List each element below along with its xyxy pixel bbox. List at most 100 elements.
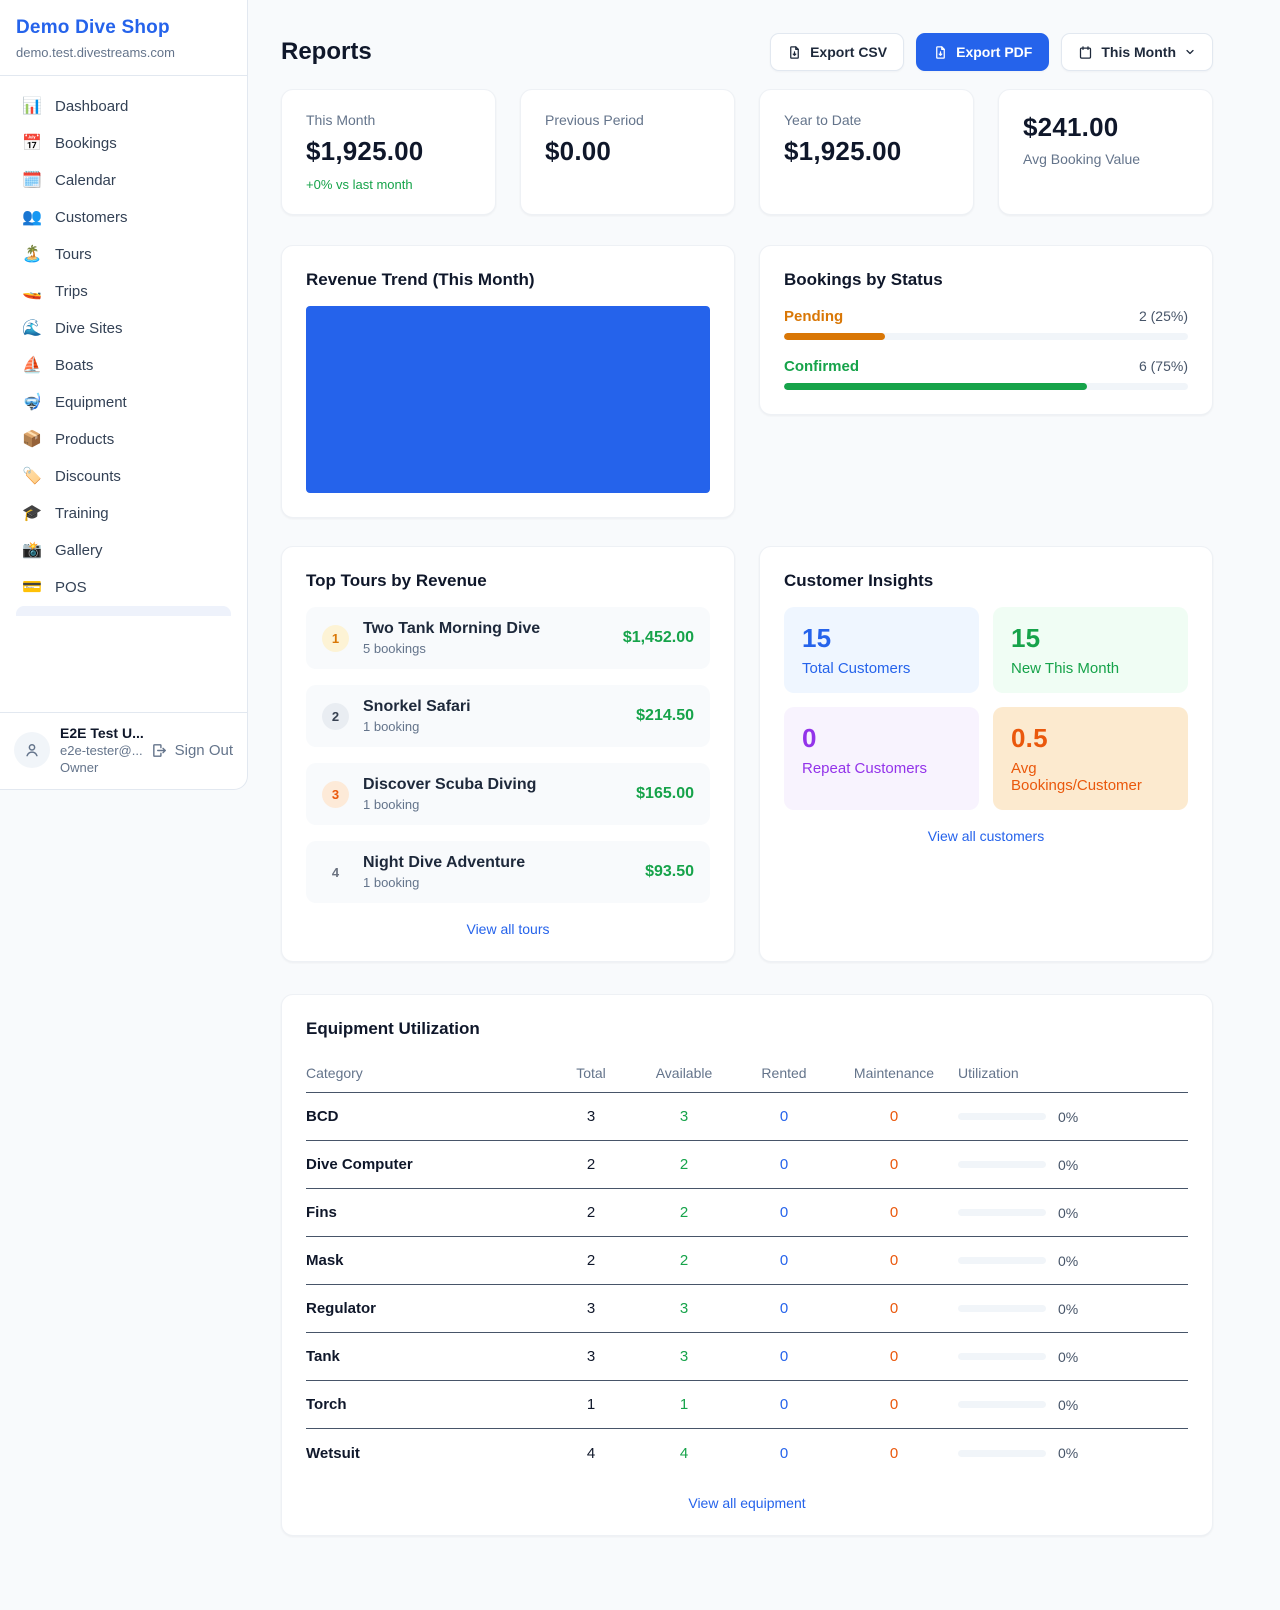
tile-repeat-customers: 0 Repeat Customers xyxy=(784,707,979,810)
tour-name: Night Dive Adventure xyxy=(363,854,631,872)
sidebar-item-label: Training xyxy=(55,505,109,522)
rank-badge: 4 xyxy=(322,859,349,886)
stat-value: $0.00 xyxy=(545,136,710,167)
sidebar-item-label: Trips xyxy=(55,283,88,300)
tour-bookings: 1 booking xyxy=(363,875,631,890)
period-dropdown[interactable]: This Month xyxy=(1061,33,1213,71)
sidebar-item-label: Dashboard xyxy=(55,98,128,115)
tour-list: 1 Two Tank Morning Dive 5 bookings $1,45… xyxy=(306,607,710,903)
cell-category: Regulator xyxy=(306,1300,552,1317)
cell-maintenance: 0 xyxy=(830,1252,958,1269)
view-all-tours-link[interactable]: View all tours xyxy=(306,921,710,937)
status-row-confirmed: Confirmed 6 (75%) xyxy=(784,358,1188,390)
utilization-bar-track xyxy=(958,1305,1046,1312)
sidebar-item-boats[interactable]: ⛵ Boats xyxy=(8,347,239,384)
status-bar-fill-pending xyxy=(784,333,885,340)
credit-card-icon: 💳 xyxy=(22,580,42,596)
utilization-percent: 0% xyxy=(1058,1397,1078,1413)
col-header-category: Category xyxy=(306,1065,552,1081)
top-tours-title: Top Tours by Revenue xyxy=(306,571,710,591)
main-content: Reports Export CSV Export PDF xyxy=(248,0,1280,1576)
tour-bookings: 1 booking xyxy=(363,719,622,734)
cell-total: 1 xyxy=(552,1396,630,1413)
view-all-equipment-link[interactable]: View all equipment xyxy=(306,1495,1188,1511)
tile-total-customers: 15 Total Customers xyxy=(784,607,979,693)
status-count-confirmed: 6 (75%) xyxy=(1139,358,1188,374)
export-pdf-button[interactable]: Export PDF xyxy=(916,33,1049,71)
sign-out-button[interactable]: Sign Out xyxy=(151,742,233,759)
revenue-trend-card: Revenue Trend (This Month) xyxy=(281,245,735,518)
status-bar-track xyxy=(784,333,1188,340)
cell-available: 2 xyxy=(630,1156,738,1173)
cell-maintenance: 0 xyxy=(830,1204,958,1221)
export-pdf-label: Export PDF xyxy=(956,44,1032,60)
sidebar-item-bookings[interactable]: 📅 Bookings xyxy=(8,125,239,162)
stat-label: Year to Date xyxy=(784,112,949,128)
utilization-bar-track xyxy=(958,1209,1046,1216)
stat-value: $1,925.00 xyxy=(784,136,949,167)
cell-total: 3 xyxy=(552,1300,630,1317)
table-row: Wetsuit 4 4 0 0 0% xyxy=(306,1429,1188,1477)
sidebar-item-calendar[interactable]: 🗓️ Calendar xyxy=(8,162,239,199)
sidebar-item-trips[interactable]: 🚤 Trips xyxy=(8,273,239,310)
stat-label: This Month xyxy=(306,112,471,128)
cell-category: Tank xyxy=(306,1348,552,1365)
tile-value: 15 xyxy=(1011,623,1170,654)
view-all-customers-link[interactable]: View all customers xyxy=(784,828,1188,844)
export-csv-button[interactable]: Export CSV xyxy=(770,33,904,71)
tile-label: Avg Bookings/Customer xyxy=(1011,760,1170,794)
calendar-icon xyxy=(1078,45,1093,60)
sidebar-nav: 📊 Dashboard 📅 Bookings 🗓️ Calendar 👥 Cus… xyxy=(0,76,247,712)
tag-icon: 🏷️ xyxy=(22,469,42,485)
table-row: Mask 2 2 0 0 0% xyxy=(306,1237,1188,1285)
cell-utilization: 0% xyxy=(958,1301,1188,1317)
cell-category: Fins xyxy=(306,1204,552,1221)
status-bar-fill-confirmed xyxy=(784,383,1087,390)
sidebar-item-label: Equipment xyxy=(55,394,127,411)
sidebar-item-tours[interactable]: 🏝️ Tours xyxy=(8,236,239,273)
sidebar-item-customers[interactable]: 👥 Customers xyxy=(8,199,239,236)
cell-available: 3 xyxy=(630,1108,738,1125)
sidebar-item-label: Discounts xyxy=(55,468,121,485)
person-icon xyxy=(23,741,41,759)
sidebar-item-label: Customers xyxy=(55,209,128,226)
sidebar-item-dashboard[interactable]: 📊 Dashboard xyxy=(8,88,239,125)
sidebar-item-gallery[interactable]: 📸 Gallery xyxy=(8,532,239,569)
sidebar: Demo Dive Shop demo.test.divestreams.com… xyxy=(0,0,248,790)
cell-total: 3 xyxy=(552,1108,630,1125)
brand-name: Demo Dive Shop xyxy=(16,17,231,39)
file-export-icon xyxy=(933,45,948,60)
utilization-bar-track xyxy=(958,1161,1046,1168)
sidebar-item-label: Boats xyxy=(55,357,93,374)
cell-utilization: 0% xyxy=(958,1397,1188,1413)
sidebar-item-discounts[interactable]: 🏷️ Discounts xyxy=(8,458,239,495)
table-row: Torch 1 1 0 0 0% xyxy=(306,1381,1188,1429)
period-label: This Month xyxy=(1101,44,1176,60)
sidebar-item-label: Dive Sites xyxy=(55,320,123,337)
tour-row: 1 Two Tank Morning Dive 5 bookings $1,45… xyxy=(306,607,710,669)
cell-category: Wetsuit xyxy=(306,1445,552,1462)
sidebar-item-label: Products xyxy=(55,431,114,448)
sidebar-item-label: Tours xyxy=(55,246,92,263)
tile-label: Total Customers xyxy=(802,660,961,677)
page-title: Reports xyxy=(281,38,372,66)
wave-icon: 🌊 xyxy=(22,321,42,337)
tour-revenue: $1,452.00 xyxy=(623,629,694,647)
status-count-pending: 2 (25%) xyxy=(1139,308,1188,324)
sidebar-item-equipment[interactable]: 🤿 Equipment xyxy=(8,384,239,421)
col-header-rented: Rented xyxy=(738,1065,830,1081)
stat-value: $1,925.00 xyxy=(306,136,471,167)
cell-total: 2 xyxy=(552,1204,630,1221)
sidebar-item-pos[interactable]: 💳 POS xyxy=(8,569,239,606)
chevron-down-icon xyxy=(1184,46,1196,58)
sidebar-item-training[interactable]: 🎓 Training xyxy=(8,495,239,532)
cell-utilization: 0% xyxy=(958,1349,1188,1365)
sidebar-item-label: Gallery xyxy=(55,542,103,559)
sidebar-item-reports-partial[interactable] xyxy=(16,606,231,616)
cell-rented: 0 xyxy=(738,1445,830,1462)
sidebar-item-dive-sites[interactable]: 🌊 Dive Sites xyxy=(8,310,239,347)
tour-row: 3 Discover Scuba Diving 1 booking $165.0… xyxy=(306,763,710,825)
stat-delta: +0% vs last month xyxy=(306,177,471,192)
sidebar-item-products[interactable]: 📦 Products xyxy=(8,421,239,458)
cell-total: 2 xyxy=(552,1156,630,1173)
